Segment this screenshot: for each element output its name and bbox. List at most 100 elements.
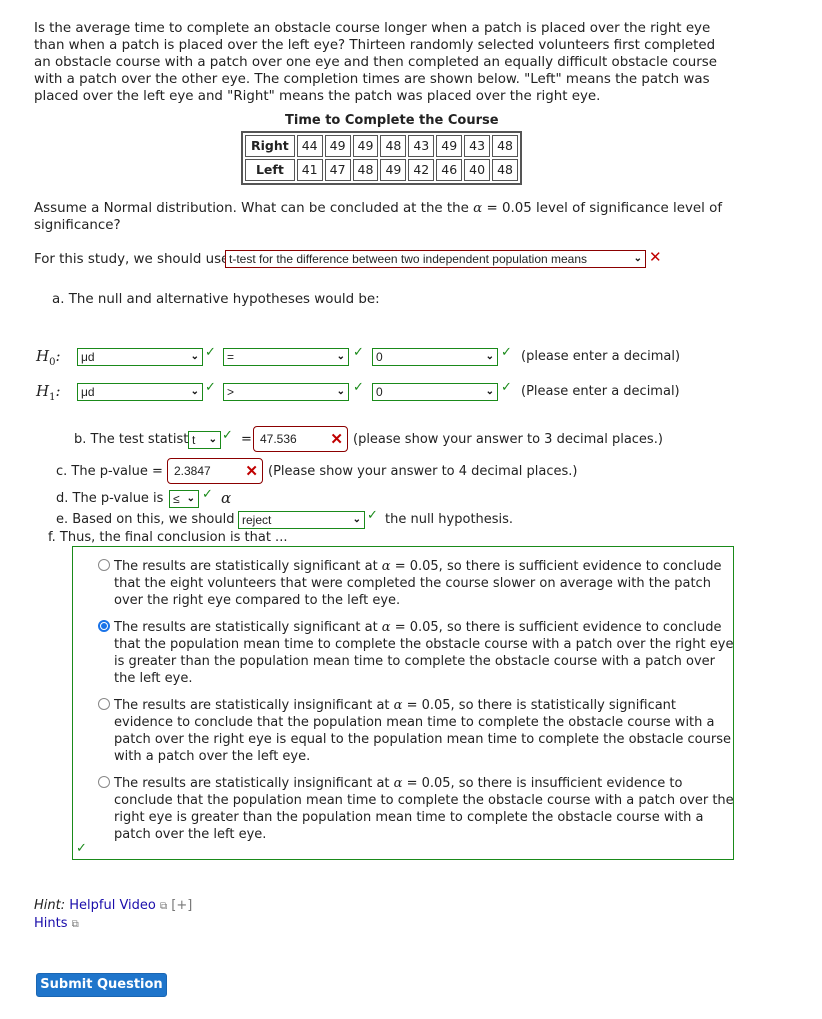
test-statistic-input[interactable]: 47.536 ✕ [253, 426, 348, 452]
alpha-symbol: α [381, 559, 391, 574]
h-subscript: 0 [49, 357, 56, 368]
decision-select[interactable]: reject ⌄ [238, 511, 365, 529]
test-statistic-value: t [192, 433, 196, 447]
correct-check-icon: ✓ [367, 508, 378, 523]
correct-check-icon: ✓ [222, 428, 233, 443]
part-b-note: (please show your answer to 3 decimal pl… [353, 432, 663, 447]
correct-check-icon: ✓ [501, 345, 512, 360]
h0-value-select[interactable]: 0 ⌄ [372, 348, 498, 366]
radio-button[interactable] [98, 698, 110, 710]
table-cell: 47 [324, 159, 351, 181]
p-value-input-value: 2.3847 [174, 464, 211, 478]
h1-value: 0 [376, 385, 383, 399]
conclusion-option-4[interactable]: The results are statistically insignific… [98, 775, 734, 843]
row-header: Left [245, 159, 295, 181]
h1-parameter-select[interactable]: μd ⌄ [77, 383, 203, 401]
conclusion-option-1[interactable]: The results are statistically significan… [98, 558, 734, 609]
h0-value: 0 [376, 350, 383, 364]
option-text-pre: The results are statistically significan… [114, 559, 382, 574]
table-cell: 40 [464, 159, 491, 181]
correct-check-icon: ✓ [76, 841, 87, 856]
p-value-input[interactable]: 2.3847 ✕ [167, 458, 263, 484]
table-cell: 48 [352, 159, 379, 181]
part-c-label: c. The p-value = [56, 464, 163, 479]
table-cell: 48 [492, 135, 518, 157]
h1-label: H1: [36, 382, 61, 403]
table-cell: 43 [464, 135, 491, 157]
incorrect-icon: ✕ [649, 248, 662, 266]
helpful-video-link[interactable]: Helpful Video [69, 898, 156, 913]
radio-button[interactable] [98, 559, 110, 571]
chevron-down-icon: ⌄ [633, 253, 642, 264]
chevron-down-icon: ⌄ [336, 386, 345, 397]
question-intro: Is the average time to complete an obsta… [34, 21, 717, 104]
correct-check-icon: ✓ [202, 487, 213, 502]
incorrect-icon: ✕ [245, 463, 258, 480]
correct-check-icon: ✓ [205, 380, 216, 395]
equals-sign: = [241, 432, 252, 447]
chevron-down-icon: ⌄ [190, 386, 199, 397]
table-cell: 48 [380, 135, 407, 157]
h0-operator-select[interactable]: = ⌄ [223, 348, 349, 366]
assumption-text: Assume a Normal distribution. What can b… [34, 200, 734, 234]
h-letter: H [36, 382, 50, 400]
part-c-note: (Please show your answer to 4 decimal pl… [268, 464, 578, 479]
part-d-label: d. The p-value is [56, 491, 164, 506]
p-value-comparison-select[interactable]: ≤ ⌄ [169, 490, 199, 508]
alpha-symbol: α [381, 620, 391, 635]
conclusion-option-3[interactable]: The results are statistically insignific… [98, 697, 734, 765]
table-cell: 49 [380, 159, 407, 181]
table-cell: 43 [408, 135, 435, 157]
correct-check-icon: ✓ [353, 345, 364, 360]
h1-operator-value: > [227, 385, 235, 399]
h0-parameter-select[interactable]: μd ⌄ [77, 348, 203, 366]
h-subscript: 1 [49, 392, 56, 403]
option-text-pre: The results are statistically significan… [114, 620, 382, 635]
table-cell: 41 [296, 159, 323, 181]
hint-label: Hint: [34, 898, 66, 913]
chevron-down-icon: ⌄ [190, 351, 199, 362]
part-e-label: e. Based on this, we should [56, 512, 235, 527]
external-link-icon: ⧉ [71, 919, 79, 930]
correct-check-icon: ✓ [353, 380, 364, 395]
part-e-suffix: the null hypothesis. [385, 512, 514, 527]
comparison-value: ≤ [173, 492, 180, 506]
table-cell: 42 [408, 159, 435, 181]
submit-question-button[interactable]: Submit Question [36, 973, 167, 997]
test-type-value: t-test for the difference between two in… [229, 252, 588, 266]
table-cell: 49 [352, 135, 379, 157]
assumption-part-1: Assume a Normal distribution. What can b… [34, 201, 474, 216]
table-row-right: Right 44 49 49 48 43 49 43 48 [245, 135, 518, 157]
h1-value-select[interactable]: 0 ⌄ [372, 383, 498, 401]
table-title: Time to Complete the Course [285, 113, 499, 128]
radio-button[interactable] [98, 776, 110, 788]
table-cell: 46 [436, 159, 463, 181]
option-text: The results are statistically significan… [114, 619, 734, 687]
row-header: Right [245, 135, 295, 157]
hints-row: Hints ⧉ [34, 916, 79, 931]
h1-note: (Please enter a decimal) [521, 384, 680, 399]
h1-operator-select[interactable]: > ⌄ [223, 383, 349, 401]
h0-label: H0: [36, 347, 61, 368]
h0-note: (please enter a decimal) [521, 349, 681, 364]
option-text-pre: The results are statistically insignific… [114, 698, 394, 713]
chevron-down-icon: ⌄ [336, 351, 345, 362]
incorrect-icon: ✕ [330, 431, 343, 448]
test-type-select[interactable]: t-test for the difference between two in… [225, 250, 646, 268]
option-text-pre: The results are statistically insignific… [114, 776, 394, 791]
alpha-symbol: α [473, 201, 483, 216]
table-cell: 49 [324, 135, 351, 157]
table-cell: 48 [492, 159, 518, 181]
radio-button-selected[interactable] [98, 620, 110, 632]
correct-check-icon: ✓ [501, 380, 512, 395]
conclusion-option-2[interactable]: The results are statistically significan… [98, 619, 734, 687]
part-a-label: a. The null and alternative hypotheses w… [52, 292, 380, 307]
expand-toggle[interactable]: [+] [171, 898, 192, 913]
alpha-symbol: α [221, 489, 232, 507]
hints-link[interactable]: Hints [34, 916, 68, 931]
h0-operator-value: = [227, 350, 235, 364]
test-statistic-select[interactable]: t ⌄ [188, 431, 221, 449]
chevron-down-icon: ⌄ [186, 493, 195, 504]
option-text: The results are statistically insignific… [114, 775, 734, 843]
option-text: The results are statistically significan… [114, 558, 734, 609]
